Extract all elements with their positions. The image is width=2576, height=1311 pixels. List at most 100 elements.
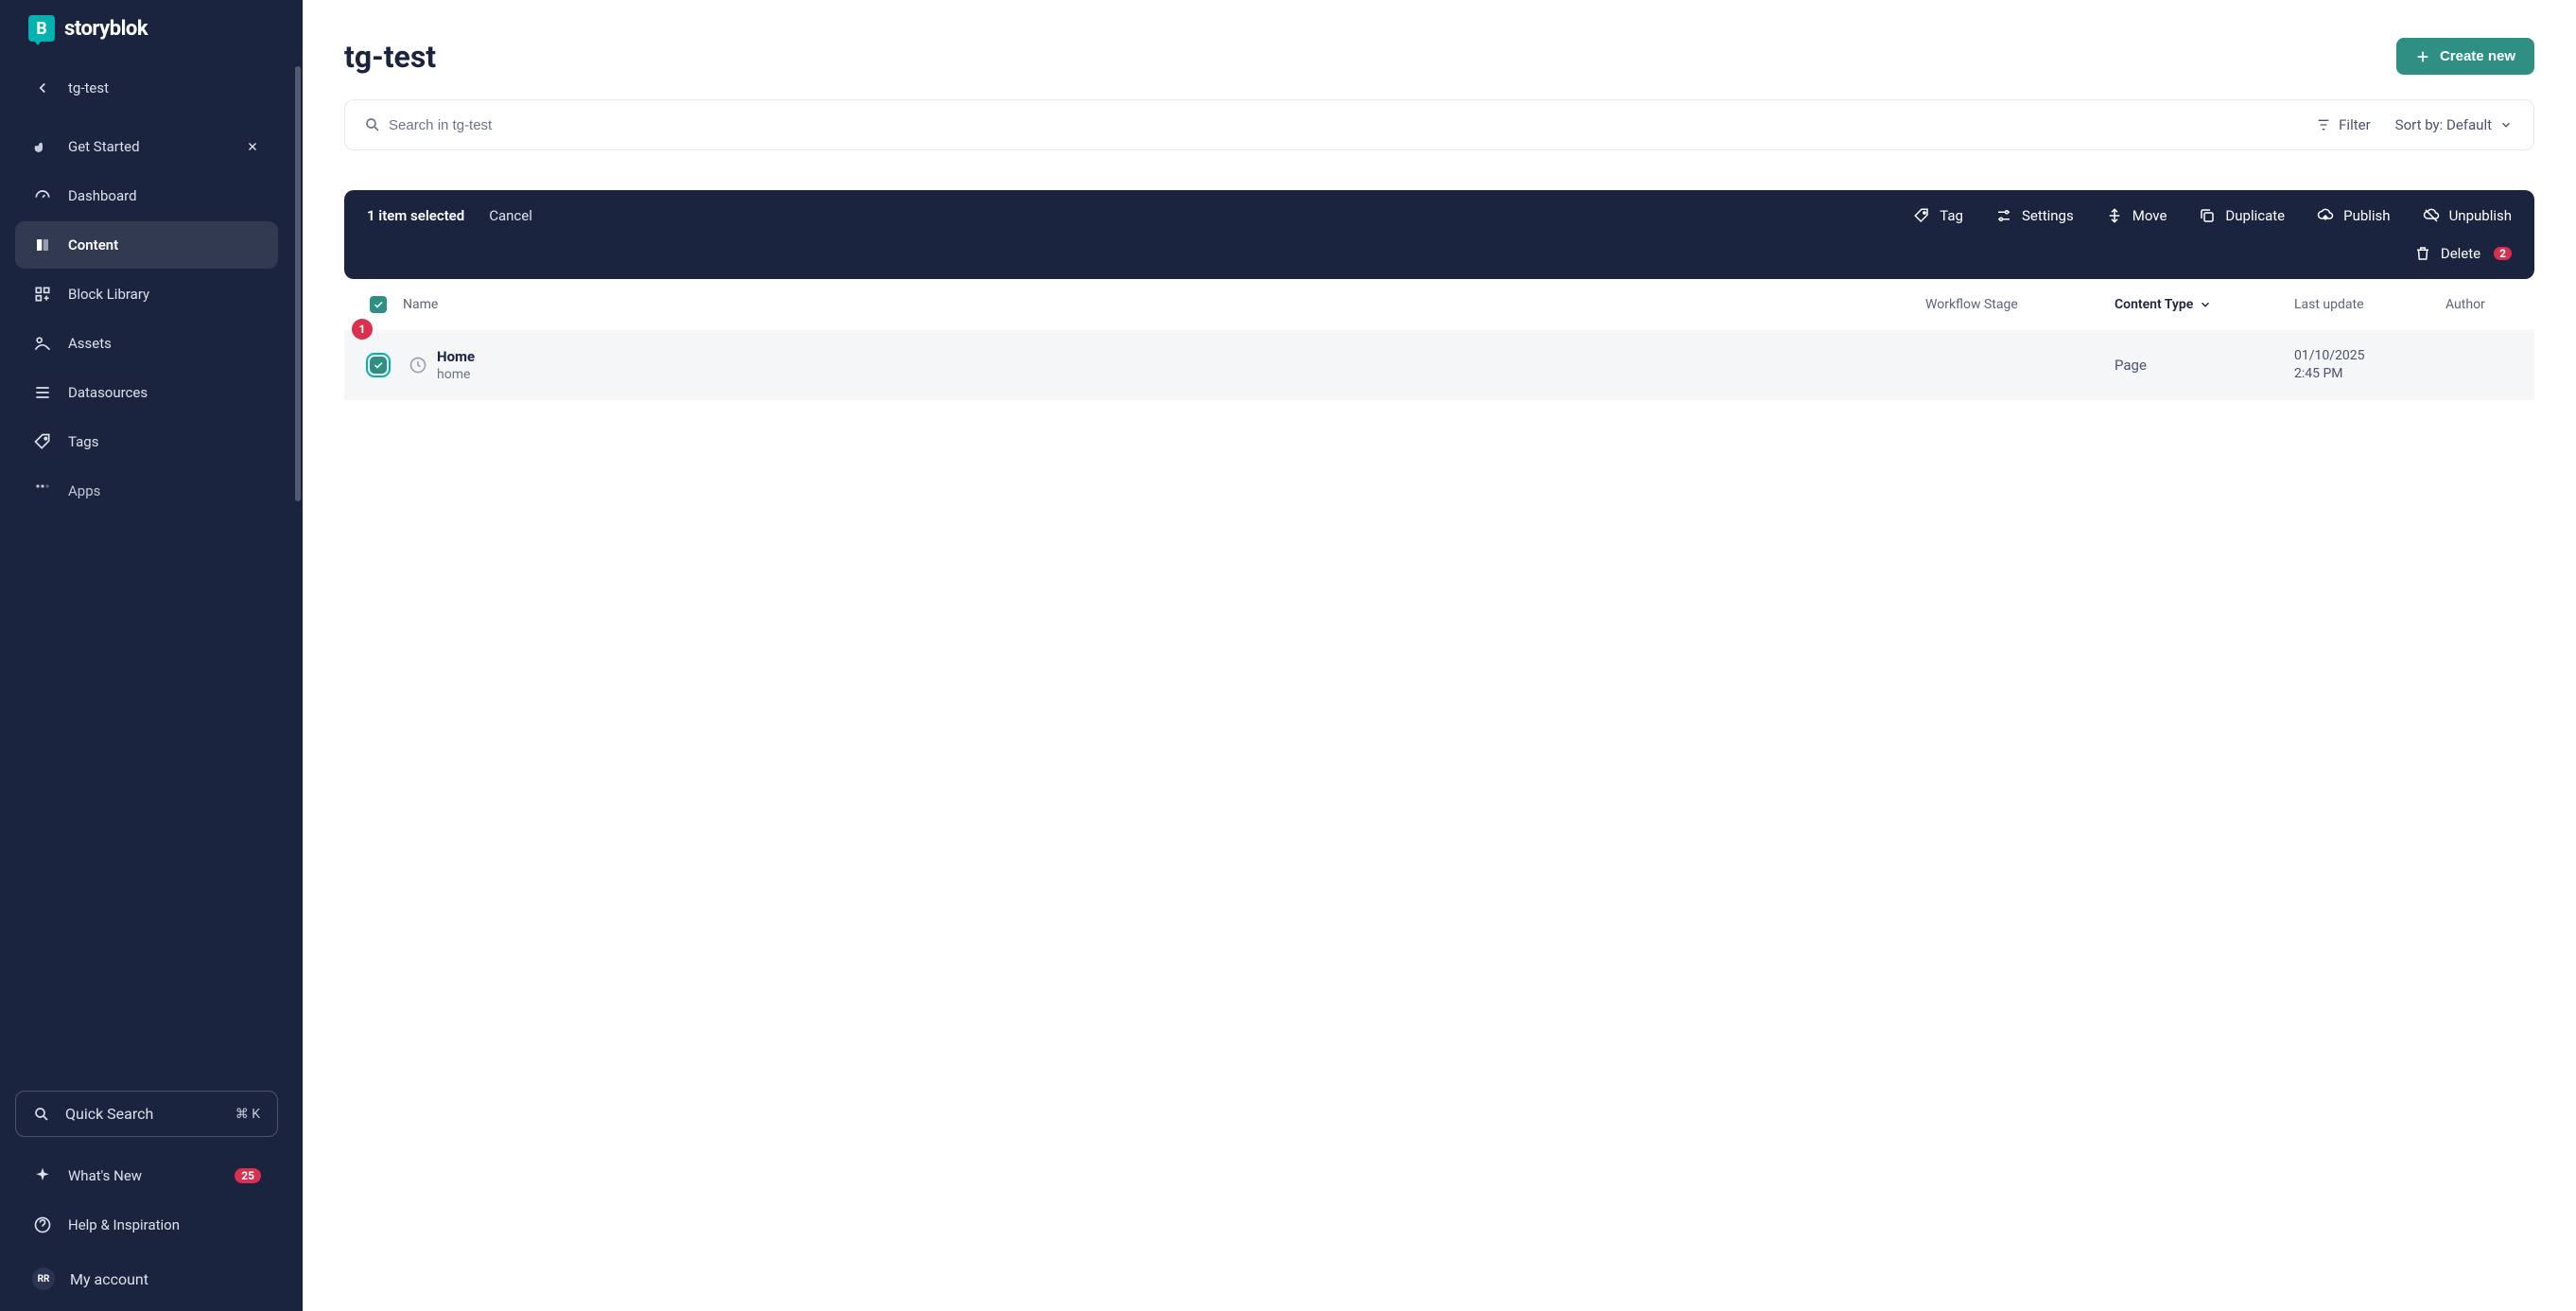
th-last-update[interactable]: Last update — [2294, 297, 2445, 312]
sidebar-back-label: tg-test — [68, 79, 109, 96]
th-content-type-label: Content Type — [2115, 297, 2193, 312]
row-slug: home — [437, 367, 1925, 382]
whats-new-badge: 25 — [235, 1168, 261, 1183]
sidebar-item-content[interactable]: Content — [15, 221, 278, 269]
move-button[interactable]: Move — [2106, 207, 2167, 224]
sidebar-item-label: Apps — [68, 482, 100, 499]
sidebar-item-label: Get Started — [68, 138, 140, 155]
unpublish-button[interactable]: Unpublish — [2423, 207, 2512, 224]
settings-button[interactable]: Settings — [1995, 207, 2074, 224]
sidebar-back[interactable]: tg-test — [15, 64, 278, 112]
filter-button[interactable]: Filter — [2316, 116, 2371, 133]
sidebar-item-label: Assets — [68, 335, 112, 352]
content-icon — [32, 235, 53, 255]
sidebar-item-dashboard[interactable]: Dashboard — [15, 172, 278, 219]
unpublish-icon — [2423, 207, 2440, 224]
th-content-type[interactable]: Content Type — [2115, 297, 2294, 312]
duplicate-label: Duplicate — [2225, 207, 2285, 224]
tag-button[interactable]: Tag — [1913, 207, 1963, 224]
settings-label: Settings — [2022, 207, 2074, 224]
search-input[interactable] — [381, 104, 2316, 147]
sidebar-item-label: What's New — [68, 1167, 142, 1184]
search-bar: Filter Sort by: Default — [344, 99, 2534, 150]
apps-icon — [32, 481, 53, 501]
cancel-selection-button[interactable]: Cancel — [489, 207, 532, 224]
search-icon — [364, 116, 381, 133]
row-update: 01/10/2025 2:45 PM — [2294, 347, 2445, 383]
sidebar-item-label: Content — [68, 236, 118, 253]
search-icon — [33, 1106, 50, 1123]
table-row[interactable]: 1 Home home Page 01/10/2025 2:45 PM — [344, 330, 2534, 400]
row-title: Home — [437, 348, 1925, 365]
sidebar-item-datasources[interactable]: Datasources — [15, 369, 278, 416]
quick-search[interactable]: Quick Search ⌘ K — [15, 1091, 278, 1137]
quick-search-shortcut: ⌘ K — [235, 1107, 260, 1122]
publish-label: Publish — [2343, 207, 2390, 224]
selection-count: 1 item selected — [367, 207, 464, 224]
delete-count-badge: 2 — [2494, 247, 2512, 260]
scrollbar[interactable] — [295, 66, 301, 501]
chevron-down-icon — [2199, 298, 2212, 311]
table-header: Name Workflow Stage Content Type Last up… — [344, 279, 2534, 330]
selection-bar: 1 item selected Cancel Tag Settings Move — [344, 190, 2534, 279]
logo-mark-icon: B — [28, 15, 55, 42]
arrow-left-icon — [32, 78, 53, 98]
unpublish-label: Unpublish — [2449, 207, 2512, 224]
row-checkbox[interactable] — [370, 357, 387, 374]
sidebar-item-label: Tags — [68, 433, 98, 450]
datasources-icon — [32, 382, 53, 403]
sidebar-item-assets[interactable]: Assets — [15, 320, 278, 367]
main-content: tg-test Create new Filter — [303, 0, 2576, 1311]
sparkle-icon — [32, 1165, 53, 1186]
delete-button[interactable]: Delete 2 — [2414, 245, 2512, 262]
sidebar-item-apps[interactable]: Apps — [15, 467, 278, 515]
th-name[interactable]: Name — [399, 297, 1925, 312]
delete-label: Delete — [2441, 245, 2480, 262]
sidebar-item-whats-new[interactable]: What's New 25 — [15, 1152, 278, 1199]
filter-label: Filter — [2339, 116, 2371, 133]
sort-button[interactable]: Sort by: Default — [2395, 116, 2513, 133]
brand-logo[interactable]: B storyblok — [0, 0, 293, 61]
row-update-date: 01/10/2025 — [2294, 347, 2445, 365]
duplicate-icon — [2199, 207, 2216, 224]
select-all-checkbox[interactable] — [370, 296, 387, 313]
tag-icon — [1913, 207, 1930, 224]
sidebar-item-help[interactable]: Help & Inspiration — [15, 1201, 278, 1249]
sidebar-item-tags[interactable]: Tags — [15, 418, 278, 465]
create-new-label: Create new — [2440, 48, 2515, 64]
sort-label: Sort by: Default — [2395, 116, 2492, 133]
publish-icon — [2317, 207, 2334, 224]
tag-label: Tag — [1940, 207, 1963, 224]
sidebar-item-label: Dashboard — [68, 187, 137, 204]
row-badge: 1 — [352, 319, 373, 340]
row-type: Page — [2115, 357, 2294, 374]
move-label: Move — [2132, 207, 2167, 224]
th-author[interactable]: Author — [2445, 297, 2521, 312]
sidebar: B storyblok tg-test Get Started — [0, 0, 303, 1311]
sidebar-account[interactable]: RR My account — [0, 1254, 293, 1311]
quick-search-label: Quick Search — [65, 1105, 153, 1123]
create-new-button[interactable]: Create new — [2396, 38, 2534, 75]
row-update-time: 2:45 PM — [2294, 365, 2445, 383]
sidebar-item-get-started[interactable]: Get Started — [15, 123, 278, 170]
wave-icon — [32, 136, 53, 157]
sidebar-item-label: Help & Inspiration — [68, 1216, 180, 1233]
brand-name: storyblok — [64, 17, 148, 41]
th-workflow-stage[interactable]: Workflow Stage — [1925, 297, 2115, 312]
tag-icon — [32, 431, 53, 452]
page-title: tg-test — [344, 39, 436, 75]
avatar: RR — [32, 1267, 55, 1290]
sidebar-item-label: Block Library — [68, 286, 149, 303]
status-icon — [399, 356, 437, 375]
publish-button[interactable]: Publish — [2317, 207, 2390, 224]
close-icon[interactable] — [244, 138, 261, 155]
trash-icon — [2414, 245, 2431, 262]
account-label: My account — [70, 1270, 148, 1288]
assets-icon — [32, 333, 53, 354]
sidebar-item-block-library[interactable]: Block Library — [15, 271, 278, 318]
move-icon — [2106, 207, 2123, 224]
duplicate-button[interactable]: Duplicate — [2199, 207, 2285, 224]
gauge-icon — [32, 185, 53, 206]
sidebar-item-label: Datasources — [68, 384, 148, 401]
blocks-icon — [32, 284, 53, 305]
